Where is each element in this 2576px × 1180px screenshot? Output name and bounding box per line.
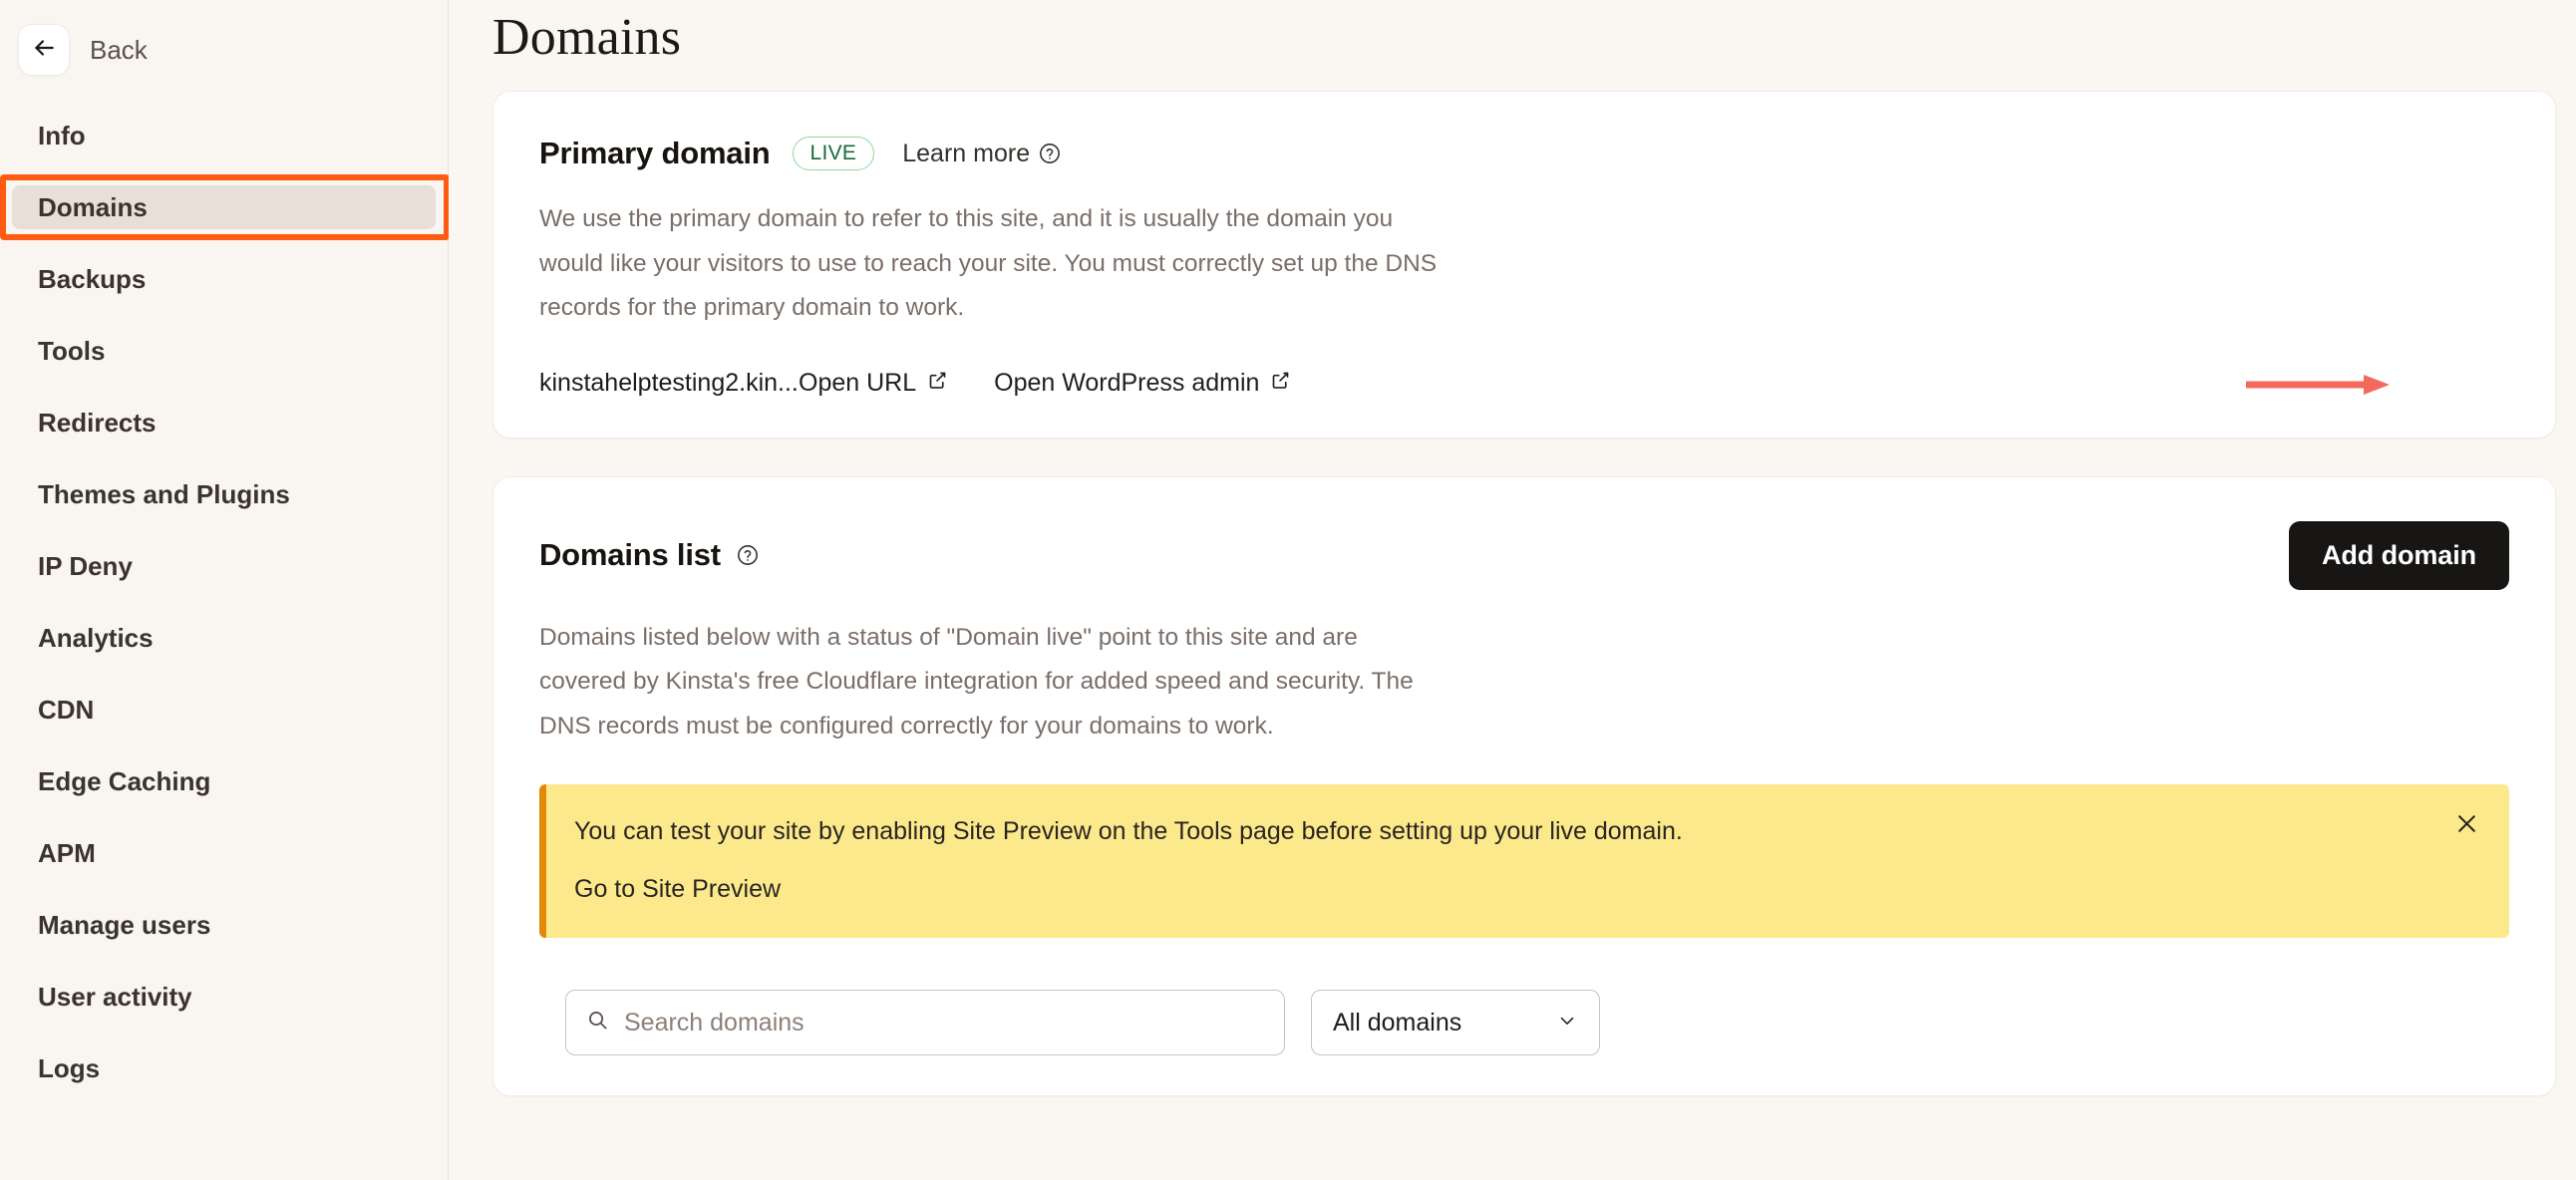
sidebar-item-label: Redirects (38, 407, 157, 438)
search-input[interactable] (624, 1008, 1264, 1037)
sidebar-item-analytics[interactable]: Analytics (12, 616, 436, 660)
sidebar-item-label: Themes and Plugins (38, 478, 290, 509)
primary-domain-name: kinstahelptesting2.kin... (539, 368, 799, 397)
main-content: Domains Primary domain LIVE Learn more W… (449, 0, 2576, 1180)
external-link-icon (1270, 369, 1291, 398)
learn-more-link[interactable]: Learn more (902, 140, 1061, 168)
sidebar-item-logs[interactable]: Logs (12, 1046, 436, 1090)
primary-domain-title: Primary domain (539, 136, 771, 170)
sidebar-item-label: IP Deny (38, 550, 133, 581)
back-button[interactable] (18, 24, 70, 76)
search-domains-box[interactable] (565, 990, 1285, 1056)
sidebar-item-label: User activity (38, 981, 192, 1012)
sidebar-item-redirects[interactable]: Redirects (12, 401, 436, 444)
sidebar-item-ip-deny[interactable]: IP Deny (12, 544, 436, 588)
arrow-left-icon (31, 35, 57, 66)
domains-filters: All domains (539, 990, 2509, 1056)
open-wordpress-admin-link[interactable]: Open WordPress admin (994, 369, 1291, 398)
sidebar-item-label: Domains (38, 191, 148, 222)
sidebar-item-label: CDN (38, 694, 95, 725)
search-icon (586, 1009, 609, 1036)
sidebar-item-edge-caching[interactable]: Edge Caching (12, 759, 436, 803)
sidebar-item-label: Logs (38, 1052, 101, 1083)
sidebar-item-info[interactable]: Info (12, 114, 436, 157)
back-label[interactable]: Back (90, 35, 148, 66)
chevron-down-icon (1556, 1010, 1578, 1036)
site-preview-alert: You can test your site by enabling Site … (539, 784, 2509, 939)
help-circle-icon (1039, 143, 1061, 164)
external-link-icon (927, 369, 948, 398)
sidebar-nav: Info Domains Backups Tools Redirects The… (0, 114, 450, 1090)
open-url-link[interactable]: Open URL (799, 369, 948, 398)
help-circle-icon[interactable] (737, 544, 759, 566)
sidebar-item-backups[interactable]: Backups (12, 257, 436, 301)
page-title: Domains (492, 9, 682, 66)
primary-domain-header: Primary domain LIVE Learn more (539, 136, 2509, 171)
sidebar-item-label: Tools (38, 335, 106, 366)
open-wordpress-admin-label: Open WordPress admin (994, 368, 1260, 397)
close-icon[interactable] (2449, 806, 2483, 840)
alert-message: You can test your site by enabling Site … (574, 817, 1683, 846)
sidebar-item-label: Backups (38, 263, 147, 294)
domains-list-card: Domains list Add domain Domains listed b… (492, 475, 2556, 1097)
sidebar-item-domains[interactable]: Domains (0, 174, 450, 240)
sidebar-item-apm[interactable]: APM (12, 831, 436, 875)
primary-domain-description: We use the primary domain to refer to th… (539, 205, 1438, 322)
sidebar-item-label: Info (38, 120, 86, 150)
sidebar-item-label: Manage users (38, 909, 211, 940)
sidebar-item-tools[interactable]: Tools (12, 329, 436, 373)
open-url-label: Open URL (799, 368, 917, 397)
sidebar-item-label: Edge Caching (38, 765, 211, 796)
sidebar-item-label: APM (38, 837, 96, 868)
domains-list-header: Domains list Add domain (539, 520, 2509, 590)
domains-list-description: Domains listed below with a status of "D… (539, 623, 1414, 739)
sidebar-item-label: Analytics (38, 622, 154, 653)
status-badge: LIVE (792, 137, 875, 170)
learn-more-label: Learn more (902, 139, 1031, 167)
add-domain-button[interactable]: Add domain (2289, 520, 2509, 590)
sidebar-item-cdn[interactable]: CDN (12, 688, 436, 732)
primary-domain-card: Primary domain LIVE Learn more We use th… (492, 91, 2556, 439)
app-root: Back Info Domains Backups Tools Redirect… (0, 0, 2576, 1180)
back-row: Back (0, 22, 448, 78)
primary-domain-links: Open URL Open WordPress admin (799, 369, 1291, 398)
domains-list-title-group: Domains list (539, 537, 759, 573)
sidebar-item-manage-users[interactable]: Manage users (12, 903, 436, 947)
sidebar-item-themes-and-plugins[interactable]: Themes and Plugins (12, 472, 436, 516)
sidebar: Back Info Domains Backups Tools Redirect… (0, 0, 450, 1180)
sidebar-item-user-activity[interactable]: User activity (12, 975, 436, 1019)
domains-list-title: Domains list (539, 537, 721, 573)
primary-domain-row: kinstahelptesting2.kin... Open URL Open … (539, 369, 2509, 398)
go-to-site-preview-link[interactable]: Go to Site Preview (574, 875, 781, 904)
domains-filter-select[interactable]: All domains (1311, 990, 1600, 1056)
domains-filter-value: All domains (1333, 1008, 1462, 1036)
